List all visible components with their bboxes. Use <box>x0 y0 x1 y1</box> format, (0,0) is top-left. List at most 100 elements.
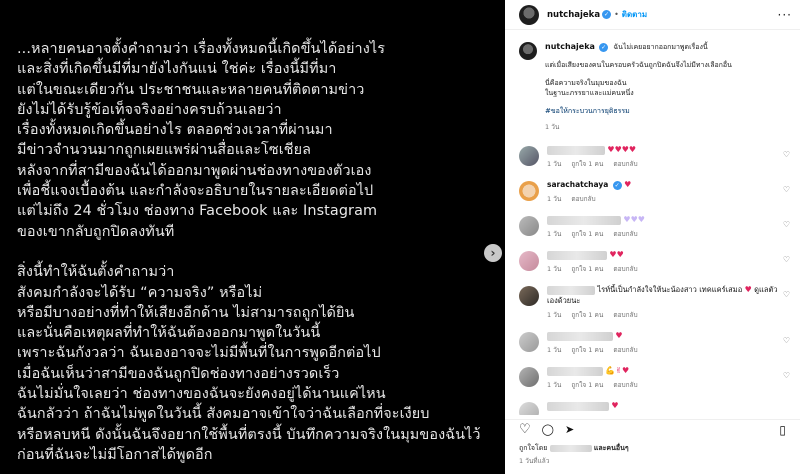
comment-avatar[interactable] <box>519 286 539 306</box>
instagram-post-window: ...หลายคนอาจตั้งคำถามว่า เรื่องทั้งหมดนี… <box>0 0 800 474</box>
comment-like-icon[interactable]: ♡ <box>783 371 790 380</box>
comment-body: ไรท์นี้เป็นกำลังใจให้นะน้องสาว เทคแคร์เส… <box>547 284 786 321</box>
comment-item: ♥♥♥ 1 วัน ถูกใจ 1 คน ตอบกลับ ♡ <box>505 214 800 240</box>
comment-body: ♥♥♥ 1 วัน ถูกใจ 1 คน ตอบกลับ <box>547 214 786 240</box>
comment-avatar[interactable] <box>519 332 539 352</box>
comment-meta: 1 วัน ตอบกลับ <box>547 194 786 205</box>
comment-likes[interactable]: ถูกใจ 1 คน <box>571 381 603 389</box>
comment-emoji: ♥♥♥♥ <box>607 145 637 154</box>
blurred-username <box>547 250 607 260</box>
comment-avatar[interactable] <box>519 367 539 387</box>
more-options-icon[interactable]: ··· <box>778 8 792 22</box>
header-username[interactable]: nutchajeka <box>547 10 600 20</box>
blurred-username <box>547 366 603 376</box>
post-side-panel: nutchajeka ✓ • ติดตาม ··· nutchajeka ✓ ฉ… <box>505 0 800 474</box>
comment-item: ♥♥ 1 วัน ถูกใจ 1 คน ตอบกลับ ♡ <box>505 249 800 275</box>
comment-item: sarachatchaya ✓ ♥ 1 วัน ตอบกลับ ♡ <box>505 179 800 205</box>
avatar[interactable] <box>519 4 539 25</box>
comment-time: 1 วัน <box>547 311 562 319</box>
comment-icon[interactable]: ◯ <box>542 423 554 436</box>
comment-likes[interactable]: ถูกใจ 1 คน <box>571 265 603 273</box>
action-bar: ♡ ◯ ➤ ▯ <box>505 419 800 439</box>
save-icon[interactable]: ▯ <box>779 423 786 437</box>
blurred-username <box>547 215 621 225</box>
comment-like-icon[interactable]: ♡ <box>783 255 790 264</box>
comment-likes[interactable]: ถูกใจ 1 คน <box>571 311 603 319</box>
comment-likes[interactable]: ถูกใจ 1 คน <box>571 230 603 238</box>
comment-time: 1 วัน <box>547 381 562 389</box>
caption-hashtag[interactable]: #ขอให้กระบวนการยุติธรรม <box>545 106 732 116</box>
comment-meta: 1 วัน ถูกใจ 1 คน ตอบกลับ <box>547 380 786 391</box>
comment-likes[interactable]: ถูกใจ 1 คน <box>571 160 603 168</box>
comment-item: 💪✌♥ 1 วัน ถูกใจ 1 คน ตอบกลับ ♡ <box>505 365 800 391</box>
reply-button[interactable]: ตอบกลับ <box>613 160 637 168</box>
blurred-username <box>549 444 592 452</box>
comment-like-icon[interactable]: ♡ <box>783 336 790 345</box>
reply-button[interactable]: ตอบกลับ <box>613 230 637 238</box>
separator-dot: • <box>614 10 619 19</box>
comment-emoji: 💪✌♥ <box>605 366 630 375</box>
likes-suffix[interactable]: และคนอื่นๆ <box>594 444 629 452</box>
comment-body: sarachatchaya ✓ ♥ 1 วัน ตอบกลับ <box>547 179 786 205</box>
next-image-button[interactable]: › <box>484 244 502 262</box>
comment-meta: 1 วัน ถูกใจ 1 คน ตอบกลับ <box>547 159 786 170</box>
like-icon[interactable]: ♡ <box>519 422 531 437</box>
comment-body: 💪✌♥ 1 วัน ถูกใจ 1 คน ตอบกลับ <box>547 365 786 391</box>
comment-avatar[interactable] <box>519 251 539 271</box>
comment-avatar[interactable] <box>519 402 539 415</box>
caption-line: แต่เมื่อเสียงของคนในครอบครัวฉันถูกปิดฉัน… <box>545 61 732 69</box>
comment-avatar[interactable] <box>519 216 539 236</box>
comment-item: ♥ 1 วัน ถูกใจ 1 คน ตอบกลับ ♡ <box>505 330 800 356</box>
comment-time: 1 วัน <box>547 230 562 238</box>
verified-icon: ✓ <box>612 180 622 190</box>
comment-time: 1 วัน <box>547 265 562 273</box>
caption-line: ในฐานะภรรยาและแม่คนหนึ่ง <box>545 89 634 97</box>
comment-like-icon[interactable]: ♡ <box>783 220 790 229</box>
share-icon[interactable]: ➤ <box>565 423 574 436</box>
comment-like-icon[interactable]: ♡ <box>783 290 790 299</box>
reply-button[interactable]: ตอบกลับ <box>571 195 595 203</box>
comment-item: ♥ <box>505 400 800 415</box>
comment-like-icon[interactable]: ♡ <box>783 150 790 159</box>
comment-username[interactable]: sarachatchaya <box>547 180 608 189</box>
comment-emoji: ♥ <box>744 285 752 294</box>
comment-meta: 1 วัน ถูกใจ 1 คน ตอบกลับ <box>547 264 786 275</box>
reply-button[interactable]: ตอบกลับ <box>613 265 637 273</box>
caption: nutchajeka ✓ ฉันไม่เคยอยากออกมาพูดเรื่อง… <box>505 30 800 132</box>
blurred-username <box>547 331 613 341</box>
caption-body: nutchajeka ✓ ฉันไม่เคยอยากออกมาพูดเรื่อง… <box>545 42 732 132</box>
comment-avatar[interactable] <box>519 146 539 166</box>
blurred-username <box>547 145 605 155</box>
caption-line: นี่คือความจริงในมุมของฉัน <box>545 79 627 87</box>
comment-emoji: ♥ <box>611 401 619 410</box>
comment-emoji: ♥ <box>624 180 632 189</box>
post-header: nutchajeka ✓ • ติดตาม ··· <box>505 0 800 30</box>
comment-meta: 1 วัน ถูกใจ 1 คน ตอบกลับ <box>547 310 786 321</box>
comment-body: ♥♥ 1 วัน ถูกใจ 1 คน ตอบกลับ <box>547 249 786 275</box>
reply-button[interactable]: ตอบกลับ <box>613 311 637 319</box>
likes-summary[interactable]: ถูกใจโดย และคนอื่นๆ <box>519 443 629 454</box>
blurred-username <box>547 285 595 295</box>
reply-button[interactable]: ตอบกลับ <box>613 381 637 389</box>
comments-scroll[interactable]: nutchajeka ✓ ฉันไม่เคยอยากออกมาพูดเรื่อง… <box>505 30 800 415</box>
comment-emoji: ♥♥♥ <box>623 215 645 224</box>
comment-avatar[interactable] <box>519 181 539 201</box>
reply-button[interactable]: ตอบกลับ <box>613 346 637 354</box>
comment-body: ♥ <box>547 400 786 415</box>
comment-time: 1 วัน <box>547 195 562 203</box>
caption-username[interactable]: nutchajeka <box>545 42 595 51</box>
blurred-username <box>547 401 609 411</box>
comment-likes[interactable]: ถูกใจ 1 คน <box>571 346 603 354</box>
post-image: ...หลายคนอาจตั้งคำถามว่า เรื่องทั้งหมดนี… <box>0 0 505 474</box>
caption-time: 1 วัน <box>545 123 560 131</box>
follow-button[interactable]: ติดตาม <box>622 8 647 21</box>
caption-avatar[interactable] <box>519 42 537 60</box>
comment-body: ♥♥♥♥ 1 วัน ถูกใจ 1 คน ตอบกลับ <box>547 144 786 170</box>
comment-time: 1 วัน <box>547 160 562 168</box>
verified-icon: ✓ <box>599 42 609 52</box>
comment-like-icon[interactable]: ♡ <box>783 185 790 194</box>
caption-line: ฉันไม่เคยอยากออกมาพูดเรื่องนี้ <box>613 43 708 51</box>
